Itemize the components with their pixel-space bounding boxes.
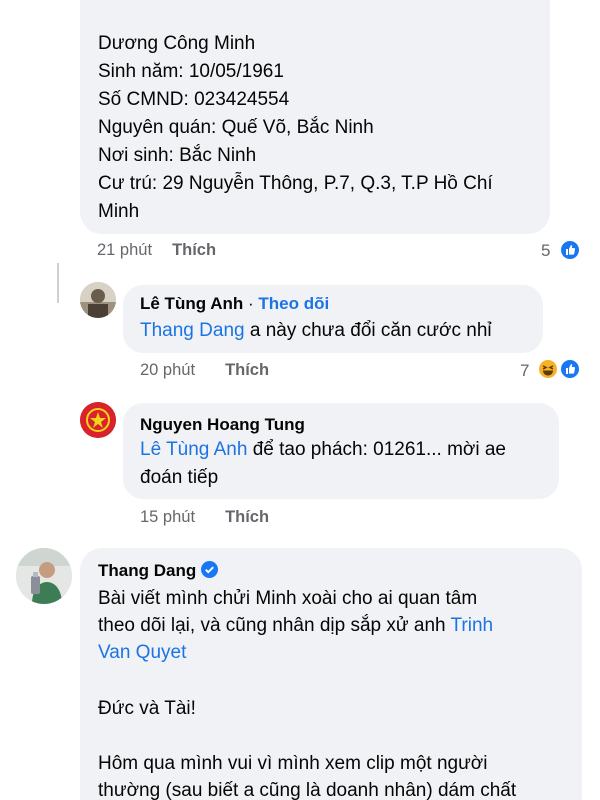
comment-meta: 20 phút Thích [140,361,269,380]
follow-button[interactable]: Theo dõi [258,294,329,313]
comment-text-line: Minh [98,201,140,222]
reaction-count[interactable]: 7 [520,361,529,381]
comment-author[interactable]: Lê Tùng Anh [140,294,243,313]
comment-text: đoán tiếp [140,467,219,488]
comment-text-line: Dương Công Minh [98,33,256,54]
comment-author[interactable]: Thang Dang [98,561,196,580]
comment-author[interactable]: Nguyen Hoang Tung [140,414,305,436]
mention-link[interactable]: Lê Tùng Anh [140,439,247,460]
reply-bubble: Nguyen Hoang Tung Lê Tùng Anh để tao phá… [123,403,559,499]
comment-text-line: Sinh năm: 10/05/1961 [98,61,284,82]
reaction-count[interactable]: 5 [541,241,550,261]
like-button[interactable]: Thích [225,508,269,526]
like-button[interactable]: Thích [172,241,216,259]
comment-text: để tao phách: 01261... mời ae [247,439,506,460]
comment-text: theo dõi lại, và cũng nhân dịp sắp xử an… [98,615,451,636]
comment-time[interactable]: 21 phút [97,241,152,259]
comment-text: Hôm qua mình vui vì mình xem clip một ng… [98,753,488,774]
comment-meta: 15 phút Thích [140,508,269,527]
mention-link[interactable]: Thang Dang [140,320,245,341]
like-icon[interactable] [559,239,581,261]
comment-bubble: Thang Dang Bài viết mình chửi Minh xoài … [80,548,582,800]
haha-icon[interactable] [537,358,559,380]
comment-text-line: Nơi sinh: Bắc Ninh [98,145,257,166]
comment-text-line: Cư trú: 29 Nguyễn Thông, P.7, Q.3, T.P H… [98,173,493,194]
like-button[interactable]: Thích [225,361,269,379]
comment-text-line: Số CMND: 023424554 [98,89,290,110]
separator-dot: · [243,294,259,313]
comment-text: thường (sau biết a cũng là doanh nhân) d… [98,780,517,800]
comment-time[interactable]: 15 phút [140,508,195,526]
thread-line [57,263,59,303]
avatar[interactable] [80,282,116,318]
comment-text: Đức và Tài! [98,698,196,719]
comment-text-line: Nguyên quán: Quế Võ, Bắc Ninh [98,117,374,138]
comment-meta: 21 phút Thích [97,241,216,260]
reply-bubble: Lê Tùng Anh · Theo dõi Thang Dang a này … [123,285,543,353]
mention-link[interactable]: Trinh [451,615,494,636]
like-icon[interactable] [559,358,581,380]
comment-text: a này chưa đổi căn cước nhỉ [244,320,492,341]
comment-time[interactable]: 20 phút [140,361,195,379]
mention-link[interactable]: Van Quyet [98,639,186,667]
verified-badge-icon [201,561,219,578]
avatar[interactable] [80,402,116,438]
comment-text: Bài viết mình chửi Minh xoài cho ai quan… [98,588,478,609]
comment-bubble: Dương Công Minh Sinh năm: 10/05/1961 Số … [80,0,550,234]
avatar[interactable] [16,548,72,604]
